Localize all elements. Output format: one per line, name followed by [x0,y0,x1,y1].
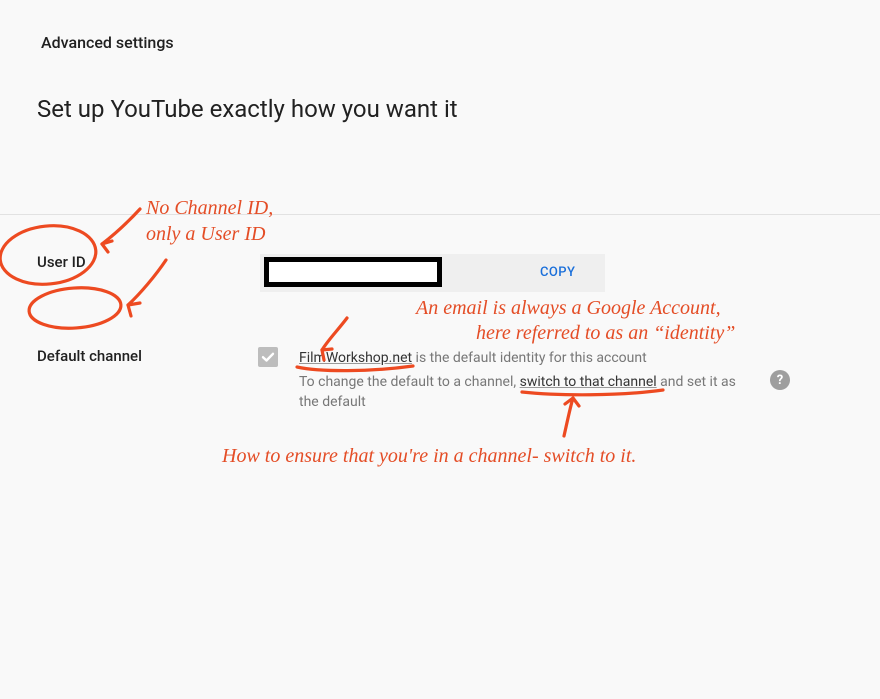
copy-button[interactable]: COPY [540,265,575,280]
default-channel-checkbox[interactable] [258,347,278,367]
default-channel-text-line1-tail: is the default identity for this account [412,350,647,366]
annotation-note-2-line1: An email is always a Google Account, [416,296,721,320]
user-id-value-redacted[interactable] [264,257,442,287]
annotation-note-1-line1: No Channel ID, [146,196,273,220]
page-subtitle: Set up YouTube exactly how you want it [37,95,458,123]
default-channel-label: Default channel [37,347,142,365]
annotation-note-1-line2: only a User ID [146,222,265,246]
help-icon[interactable]: ? [770,370,790,390]
annotation-note-2-line2: here referred to as an “identity” [476,321,735,345]
identity-link[interactable]: FilmWorkshop.net [299,350,412,366]
check-icon [260,349,276,365]
default-channel-text-line2-pre: To change the default to a channel, [299,374,520,390]
user-id-label: User ID [37,253,86,271]
page-title: Advanced settings [41,33,174,52]
default-channel-text-line2: To change the default to a channel, swit… [299,372,749,412]
switch-channel-link[interactable]: switch to that channel [520,374,657,390]
section-divider [0,214,880,215]
default-channel-text-line1: FilmWorkshop.net is the default identity… [299,350,647,366]
annotation-note-3: How to ensure that you're in a channel- … [222,444,636,468]
